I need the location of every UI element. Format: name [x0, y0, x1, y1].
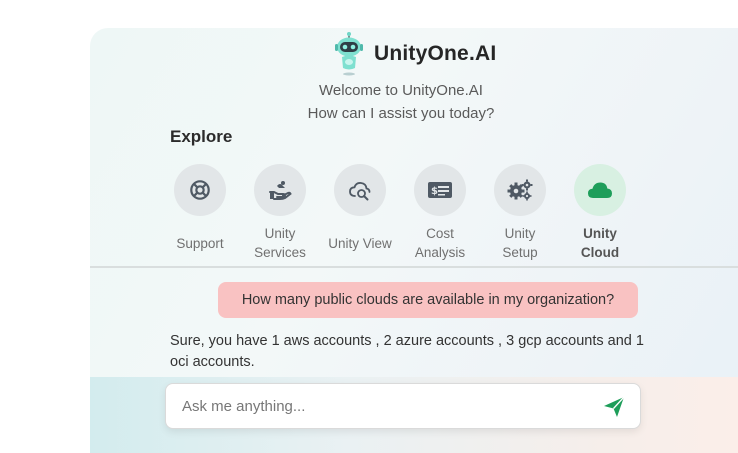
lifebuoy-icon	[190, 180, 210, 200]
robot-logo-icon	[333, 32, 365, 76]
unity-setup-circle	[494, 164, 546, 216]
cash-icon: $	[428, 182, 452, 198]
chat-header: UnityOne.AI Welcome to UnityOne.AI How c…	[90, 28, 738, 266]
send-button[interactable]	[602, 395, 626, 419]
unity-cloud-circle	[574, 164, 626, 216]
chat-window: UnityOne.AI Welcome to UnityOne.AI How c…	[90, 28, 738, 453]
welcome-subtitle: How can I assist you today?	[307, 105, 495, 122]
explore-item-cost-analysis[interactable]: $ Cost Analysis	[400, 164, 480, 262]
brand: UnityOne.AI	[333, 32, 496, 76]
welcome-title: Welcome to UnityOne.AI	[319, 82, 483, 99]
explore-item-label: Unity Cloud	[580, 226, 620, 260]
support-circle	[174, 164, 226, 216]
header-divider	[90, 266, 738, 268]
user-message-bubble: How many public clouds are available in …	[218, 282, 638, 318]
chat-input[interactable]	[180, 396, 584, 416]
cloud-search-icon	[349, 182, 371, 201]
unity-services-circle	[254, 164, 306, 216]
bot-message: Sure, you have 1 aws accounts , 2 azure …	[170, 333, 644, 370]
explore-item-unity-view[interactable]: Unity View	[320, 164, 400, 253]
explore-item-unity-setup[interactable]: Unity Setup	[480, 164, 560, 262]
hand-service-icon	[269, 181, 292, 200]
explore-item-unity-services[interactable]: Unity Services	[240, 164, 320, 262]
explore-item-label: Unity Services	[254, 226, 306, 260]
explore-item-unity-cloud[interactable]: Unity Cloud	[560, 164, 640, 262]
gears-icon	[507, 179, 533, 201]
explore-item-label: Cost Analysis	[414, 226, 466, 260]
brand-name: UnityOne.AI	[374, 42, 497, 65]
explore-item-label: Unity Setup	[502, 226, 538, 260]
svg-text:$: $	[431, 186, 438, 197]
unity-view-circle	[334, 164, 386, 216]
cost-analysis-circle: $	[414, 164, 466, 216]
explore-item-support[interactable]: Support	[160, 164, 240, 253]
composer	[165, 383, 641, 429]
cloud-icon	[588, 182, 612, 198]
explore-item-label: Support	[176, 236, 224, 251]
explore-item-label: Unity View	[328, 236, 392, 251]
send-icon	[604, 396, 625, 417]
explore-title: Explore	[170, 127, 233, 146]
